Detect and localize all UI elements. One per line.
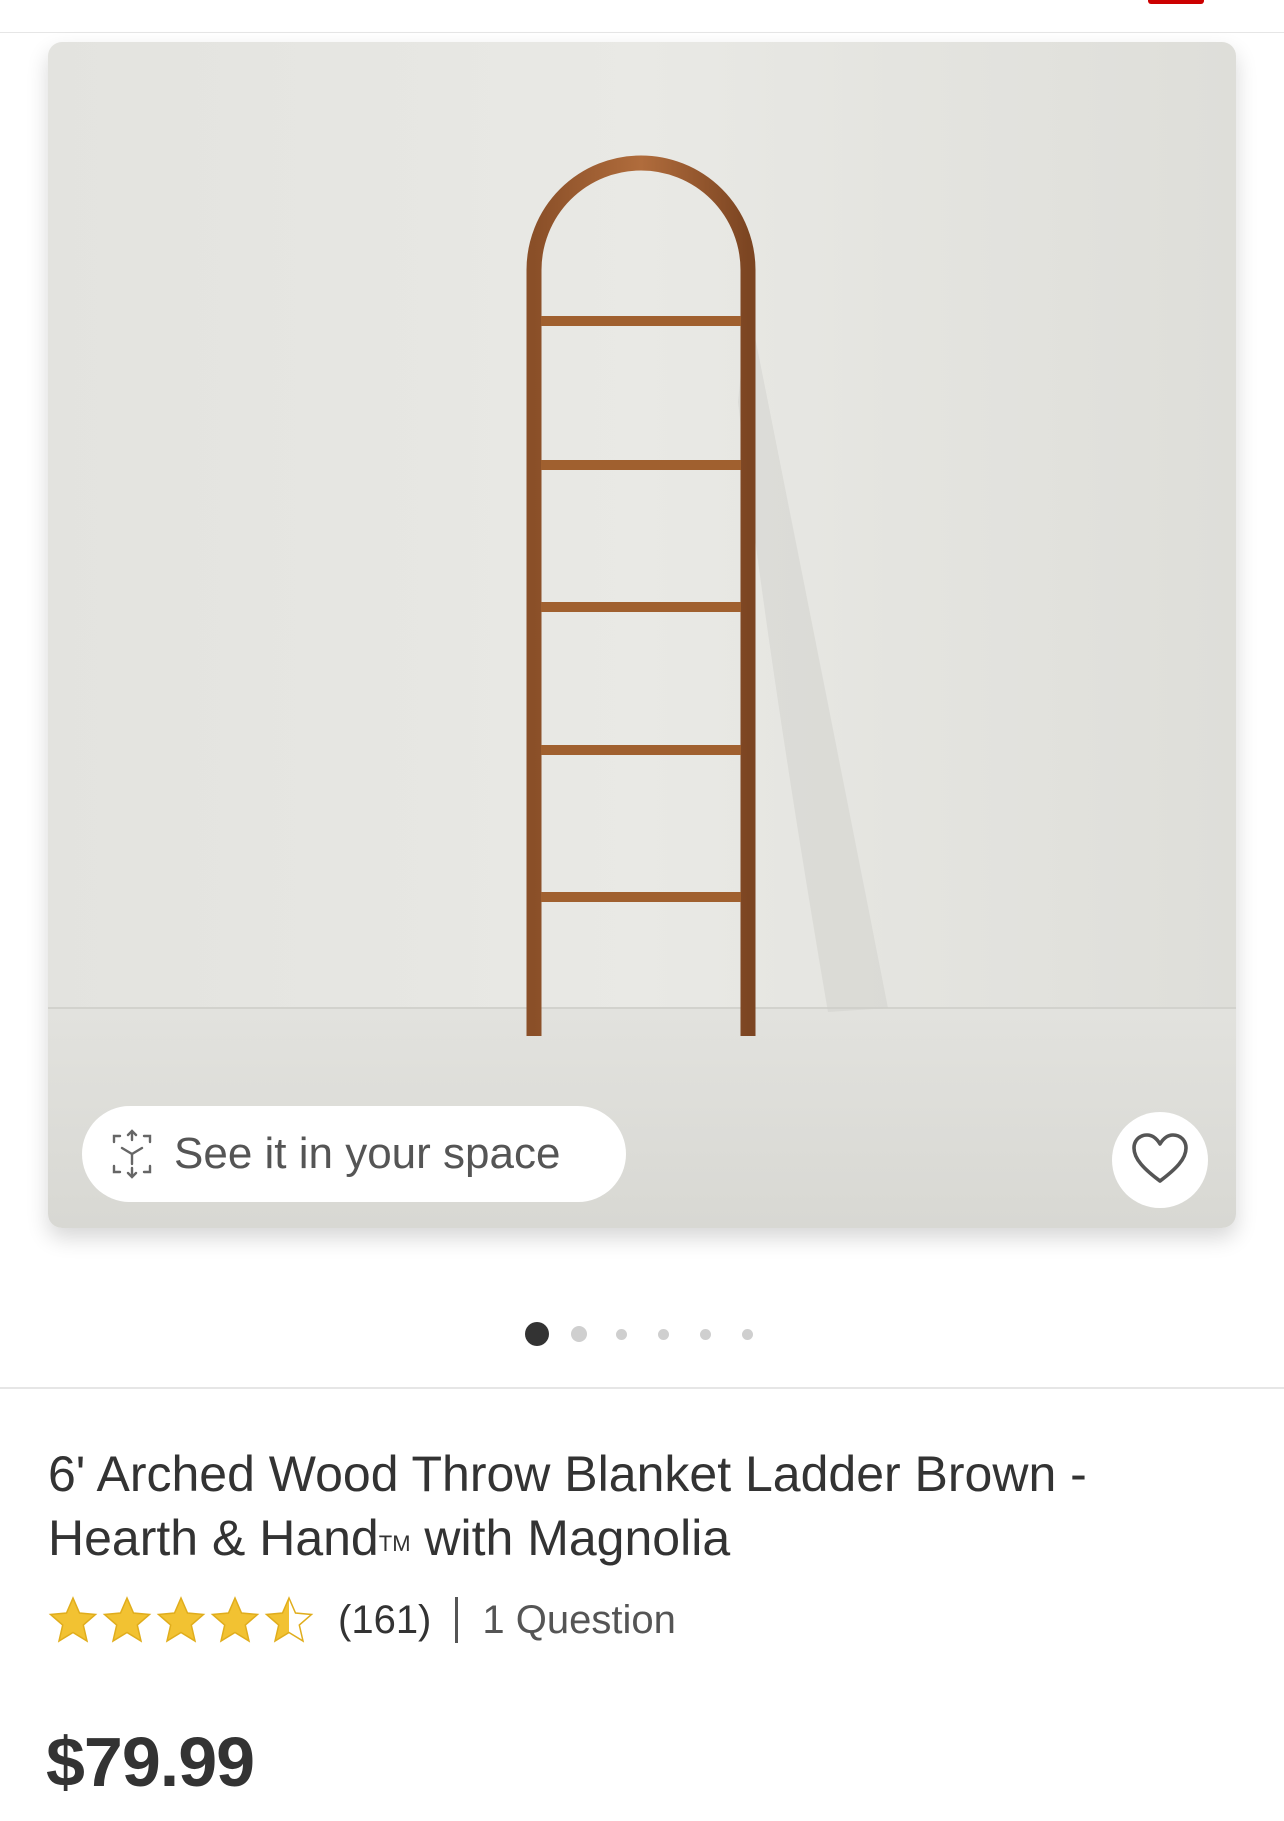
favorite-button[interactable] — [1112, 1112, 1208, 1208]
gallery-pagination[interactable] — [0, 1320, 1284, 1348]
star-full-icon — [48, 1596, 98, 1643]
star-full-icon — [156, 1596, 206, 1643]
pagination-dot[interactable] — [616, 1329, 627, 1340]
product-photo — [48, 42, 1236, 1228]
pagination-dot[interactable] — [658, 1329, 669, 1340]
pagination-dot[interactable] — [700, 1329, 711, 1340]
divider — [0, 1387, 1284, 1389]
product-title-suffix: with Magnolia — [410, 1510, 731, 1566]
separator — [455, 1597, 459, 1643]
top-bar — [0, 0, 1284, 33]
star-full-icon — [210, 1596, 260, 1643]
pagination-dot[interactable] — [571, 1326, 587, 1342]
questions-link[interactable]: 1 Question — [482, 1598, 675, 1643]
product-title: 6' Arched Wood Throw Blanket Ladder Brow… — [48, 1442, 1248, 1570]
ar-cube-icon — [104, 1126, 160, 1182]
trademark-mark: TM — [378, 1531, 411, 1556]
cart-badge[interactable] — [1148, 0, 1204, 4]
pagination-dot[interactable] — [742, 1329, 753, 1340]
star-full-icon — [102, 1596, 152, 1643]
ar-button-label: See it in your space — [174, 1129, 561, 1178]
heart-icon — [1130, 1131, 1190, 1190]
review-count[interactable]: (161) — [338, 1598, 431, 1643]
rating-row[interactable]: (161) 1 Question — [48, 1592, 676, 1648]
product-price: $79.99 — [46, 1723, 255, 1801]
product-image-gallery[interactable]: See it in your space — [48, 42, 1236, 1228]
star-rating[interactable] — [48, 1595, 314, 1645]
see-it-in-your-space-button[interactable]: See it in your space — [82, 1106, 626, 1202]
star-half-icon — [264, 1596, 314, 1643]
pagination-dot[interactable] — [525, 1322, 549, 1346]
